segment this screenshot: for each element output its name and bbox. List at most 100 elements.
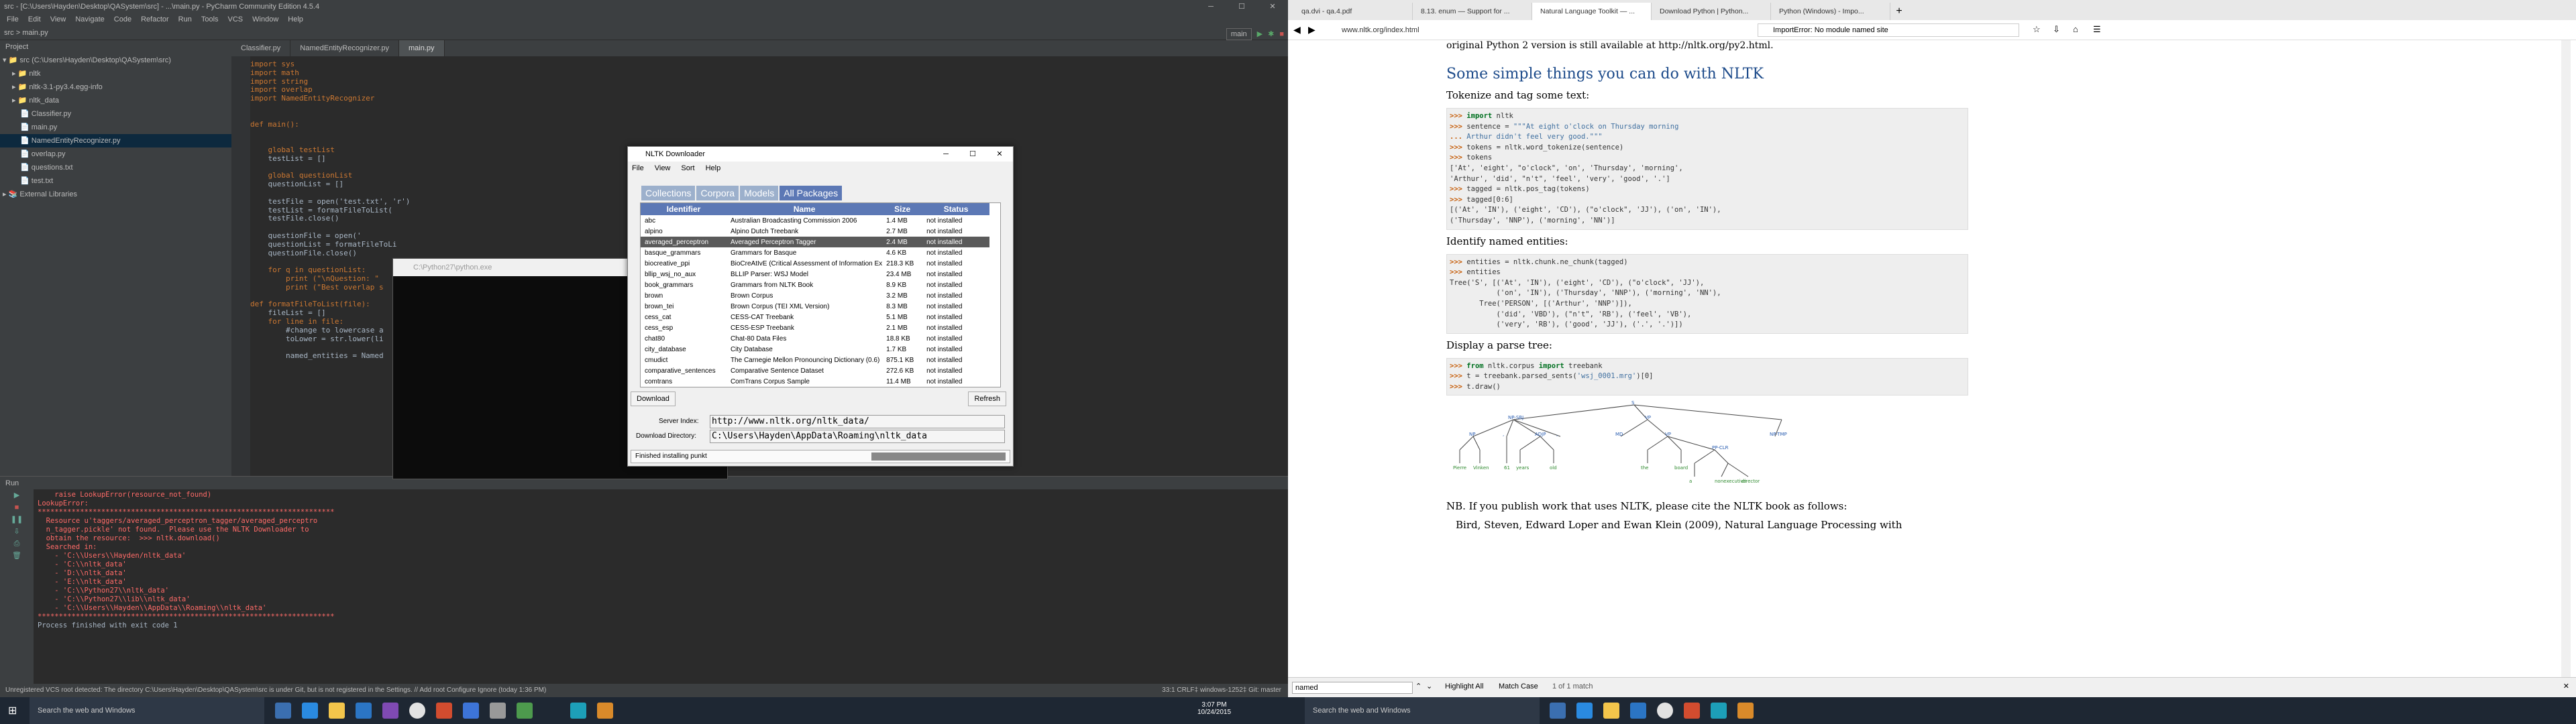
- firefox-icon[interactable]: [1737, 703, 1754, 719]
- run-config-select[interactable]: main: [1226, 28, 1252, 40]
- tree-root[interactable]: ▾ 📁 src (C:\Users\Hayden\Desktop\QASyste…: [0, 54, 231, 67]
- app-icon[interactable]: [490, 703, 506, 719]
- menu-edit[interactable]: Edit: [28, 13, 41, 25]
- package-row[interactable]: cmudict The Carnegie Mellon Pronouncing D…: [641, 355, 989, 365]
- download-icon[interactable]: ⇩: [2053, 24, 2060, 35]
- find-prev-icon[interactable]: ⌃: [1415, 682, 1421, 690]
- explorer-icon[interactable]: [329, 703, 345, 719]
- browser-tab[interactable]: 8.13. enum — Support for ...: [1413, 3, 1532, 20]
- tree-item[interactable]: 📄 questions.txt: [0, 161, 231, 174]
- menu-view[interactable]: View: [50, 13, 66, 25]
- col-status[interactable]: Status: [922, 203, 989, 215]
- package-row[interactable]: averaged_perceptron Averaged Perceptron T…: [641, 237, 989, 247]
- maximize-icon[interactable]: ☐: [959, 147, 986, 162]
- download-button[interactable]: Download: [631, 391, 676, 406]
- browser-tab[interactable]: qa.dvi - qa.4.pdf: [1293, 3, 1413, 20]
- nltk-menu-view[interactable]: View: [655, 162, 671, 175]
- tree-item[interactable]: ▸ 📁 nltk-3.1-py3.4.egg-info: [0, 80, 231, 94]
- forward-icon[interactable]: ▶: [1308, 24, 1316, 36]
- run-panel-label[interactable]: Run: [5, 479, 19, 487]
- firefox-icon[interactable]: [597, 703, 613, 719]
- chrome-icon[interactable]: [1657, 703, 1673, 719]
- explorer-icon[interactable]: [1603, 703, 1619, 719]
- menu-window[interactable]: Window: [252, 13, 278, 25]
- menu-help[interactable]: Help: [288, 13, 303, 25]
- taskbar-search-2[interactable]: Search the web and Windows: [1305, 697, 1540, 724]
- pycharm-icon[interactable]: [570, 703, 586, 719]
- new-tab-icon[interactable]: +: [1890, 3, 1908, 20]
- package-row[interactable]: comtrans ComTrans Corpus Sample 11.4 MB not…: [641, 376, 989, 387]
- tab-classifier[interactable]: Classifier.py: [231, 40, 291, 56]
- project-label[interactable]: Project: [5, 43, 28, 51]
- tree-item[interactable]: ▸ 📁 nltk_data: [0, 94, 231, 107]
- browser-tab[interactable]: Download Python | Python...: [1652, 3, 1771, 20]
- edge-icon[interactable]: [302, 703, 318, 719]
- menu-tools[interactable]: Tools: [201, 13, 219, 25]
- match-case-toggle[interactable]: Match Case: [1499, 682, 1538, 690]
- trash-icon[interactable]: 🗑: [0, 550, 34, 562]
- package-row[interactable]: cess_cat CESS-CAT Treebank 5.1 MB not insta…: [641, 312, 989, 322]
- server-index-field[interactable]: http://www.nltk.org/nltk_data/: [710, 415, 1005, 428]
- nltk-menu-help[interactable]: Help: [706, 162, 721, 175]
- tree-item-selected[interactable]: 📄 NamedEntityRecognizer.py: [0, 134, 231, 147]
- package-row[interactable]: chat80 Chat-80 Data Files 18.8 KB not insta…: [641, 333, 989, 344]
- app-icon[interactable]: [1684, 703, 1700, 719]
- find-close-icon[interactable]: ✕: [2563, 682, 2569, 690]
- pycharm-icon[interactable]: [1711, 703, 1727, 719]
- stop-run-icon[interactable]: ■: [0, 501, 34, 514]
- minimize-icon[interactable]: ─: [932, 147, 959, 162]
- menu-vcs[interactable]: VCS: [228, 13, 244, 25]
- col-name[interactable]: Name: [726, 203, 883, 215]
- run-icon[interactable]: ▶: [1257, 27, 1263, 42]
- tree-item[interactable]: 📄 test.txt: [0, 174, 231, 188]
- tree-item[interactable]: ▸ 📚 External Libraries: [0, 188, 231, 201]
- debug-icon[interactable]: ✱: [1268, 27, 1274, 42]
- package-row[interactable]: book_grammars Grammars from NLTK Book 8.9 …: [641, 280, 989, 290]
- pause-icon[interactable]: ❚❚: [0, 514, 34, 526]
- tab-named-entity-recognizer[interactable]: NamedEntityRecognizer.py: [290, 40, 399, 56]
- edge-icon[interactable]: [1576, 703, 1593, 719]
- menu-run[interactable]: Run: [178, 13, 192, 25]
- windows-start-icon[interactable]: ⊞: [8, 704, 17, 717]
- app-icon[interactable]: [382, 703, 398, 719]
- search-box[interactable]: ImportError: No module named site: [1758, 23, 2019, 37]
- print-icon[interactable]: ⎙: [0, 538, 34, 550]
- find-next-icon[interactable]: ⌄: [1426, 682, 1432, 690]
- package-row[interactable]: bllip_wsj_no_aux BLLIP Parser: WSJ Model 2…: [641, 269, 989, 280]
- tab-main[interactable]: main.py: [398, 40, 445, 56]
- task-view-icon[interactable]: [275, 703, 291, 719]
- store-icon[interactable]: [1630, 703, 1646, 719]
- tree-item[interactable]: 📄 overlap.py: [0, 147, 231, 161]
- breadcrumb[interactable]: src > main.py: [4, 29, 48, 37]
- chrome-icon[interactable]: [409, 703, 425, 719]
- package-row[interactable]: abc Australian Broadcasting Commission 20…: [641, 215, 989, 226]
- browser-tab-active[interactable]: Natural Language Toolkit — ...: [1532, 3, 1652, 20]
- menu-refactor[interactable]: Refactor: [141, 13, 169, 25]
- bookmark-icon[interactable]: ☆: [2033, 24, 2041, 35]
- address-bar[interactable]: www.nltk.org/index.html: [1328, 23, 1798, 37]
- package-row[interactable]: basque_grammars Grammars for Basque 4.6 KB…: [641, 247, 989, 258]
- menu-icon[interactable]: ☰: [2093, 24, 2101, 35]
- nltk-menu-file[interactable]: File: [632, 162, 644, 175]
- tab-all-packages[interactable]: All Packages: [780, 186, 843, 200]
- package-row[interactable]: brown_tei Brown Corpus (TEI XML Version) 8…: [641, 301, 989, 312]
- highlight-all-toggle[interactable]: Highlight All: [1445, 682, 1483, 690]
- rerun-icon[interactable]: ▶: [0, 489, 34, 501]
- package-row[interactable]: comparative_sentences Comparative Sentenc…: [641, 365, 989, 376]
- tree-item[interactable]: 📄 Classifier.py: [0, 107, 231, 121]
- minimize-icon[interactable]: ─: [1195, 0, 1226, 13]
- maximize-icon[interactable]: ☐: [1226, 0, 1257, 13]
- col-identifier[interactable]: Identifier: [641, 203, 727, 215]
- scroll-icon[interactable]: ⇩: [0, 526, 34, 538]
- package-row[interactable]: brown Brown Corpus 3.2 MB not installed: [641, 290, 989, 301]
- home-icon[interactable]: ⌂: [2073, 24, 2078, 34]
- clock[interactable]: 3:07 PM 10/24/2015: [1194, 701, 1234, 716]
- store-icon[interactable]: [356, 703, 372, 719]
- col-size[interactable]: Size: [882, 203, 923, 215]
- menu-navigate[interactable]: Navigate: [75, 13, 104, 25]
- refresh-button[interactable]: Refresh: [968, 391, 1006, 406]
- find-input[interactable]: named: [1292, 682, 1413, 694]
- back-icon[interactable]: ◀: [1293, 24, 1301, 36]
- package-row[interactable]: city_database City Database 1.7 KB not inst…: [641, 344, 989, 355]
- stop-icon[interactable]: ■: [1279, 27, 1284, 42]
